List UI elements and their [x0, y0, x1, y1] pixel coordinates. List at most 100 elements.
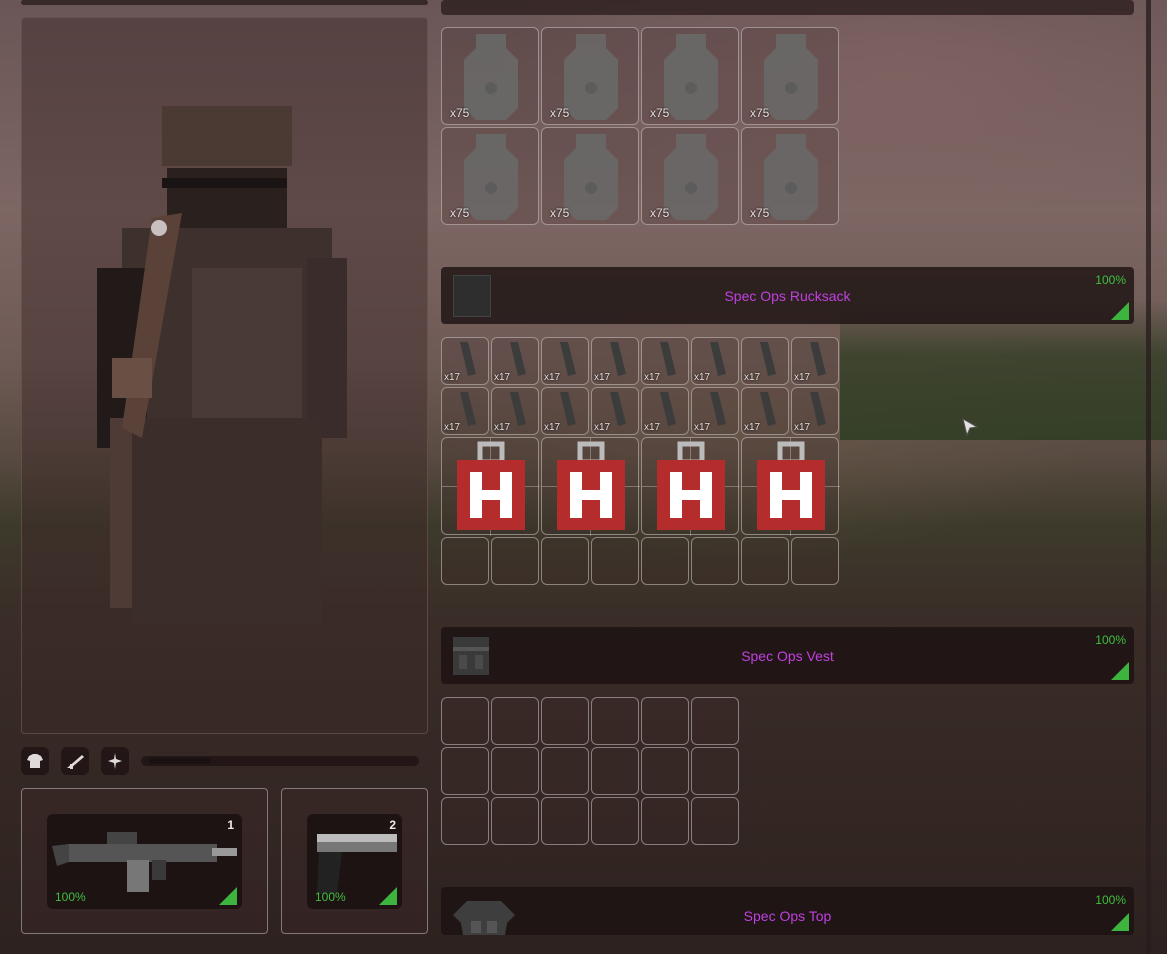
- empty-slot[interactable]: [541, 697, 589, 745]
- tab-weapons[interactable]: [61, 747, 89, 775]
- magazine-slot[interactable]: x17: [541, 337, 589, 385]
- item-quantity: x17: [644, 422, 661, 433]
- empty-slot[interactable]: [791, 537, 839, 585]
- primary-weapon-slot[interactable]: 1 100%: [47, 814, 242, 909]
- empty-slot[interactable]: [591, 747, 639, 795]
- top-header[interactable]: Spec Ops Top 100%: [441, 887, 1134, 935]
- character-rotate-slider[interactable]: [141, 756, 419, 766]
- magazine-slot[interactable]: x17: [741, 337, 789, 385]
- mouse-cursor-icon: [962, 417, 979, 437]
- medkit-slot[interactable]: [541, 437, 640, 536]
- ammo-box-slot[interactable]: x75: [641, 127, 739, 225]
- empty-slot[interactable]: [441, 747, 489, 795]
- empty-slot[interactable]: [691, 697, 739, 745]
- ammo-box-slot[interactable]: x75: [741, 127, 839, 225]
- magazine-slot[interactable]: x17: [691, 337, 739, 385]
- empty-slot[interactable]: [541, 747, 589, 795]
- empty-slot[interactable]: [441, 537, 489, 585]
- magazine-slot[interactable]: x17: [641, 387, 689, 435]
- vest-quality: 100%: [1095, 633, 1126, 647]
- quality-label: 100%: [55, 890, 86, 904]
- rucksack-header[interactable]: Spec Ops Rucksack 100%: [441, 267, 1134, 324]
- item-quantity: x17: [744, 372, 761, 383]
- magazine-slot[interactable]: x17: [791, 337, 839, 385]
- magazine-slot[interactable]: x17: [591, 337, 639, 385]
- quality-triangle: [1111, 913, 1129, 931]
- empty-slot[interactable]: [641, 537, 689, 585]
- tab-skills[interactable]: [101, 747, 129, 775]
- empty-slot[interactable]: [641, 747, 689, 795]
- empty-slot[interactable]: [491, 537, 539, 585]
- item-quantity: x17: [644, 372, 661, 383]
- ammo-box-slot[interactable]: x75: [641, 27, 739, 125]
- vest-name: Spec Ops Vest: [741, 648, 834, 664]
- item-quantity: x17: [594, 422, 611, 433]
- tab-clothing[interactable]: [21, 747, 49, 775]
- empty-slot[interactable]: [491, 747, 539, 795]
- empty-slot[interactable]: [741, 537, 789, 585]
- magazine-slot[interactable]: x17: [691, 387, 739, 435]
- empty-slot[interactable]: [591, 697, 639, 745]
- empty-slot[interactable]: [641, 797, 689, 845]
- magazine-slot[interactable]: x17: [441, 337, 489, 385]
- empty-slot[interactable]: [441, 797, 489, 845]
- empty-slot[interactable]: [691, 537, 739, 585]
- magazine-slot[interactable]: x17: [541, 387, 589, 435]
- magazine-slot[interactable]: x17: [441, 387, 489, 435]
- magazine-slot[interactable]: x17: [791, 387, 839, 435]
- ammo-box-slot[interactable]: x75: [441, 127, 539, 225]
- magazine-slot[interactable]: x17: [741, 387, 789, 435]
- character-avatar: [97, 106, 347, 623]
- quality-triangle: [219, 887, 237, 905]
- item-quantity: x17: [694, 422, 711, 433]
- item-quantity: x17: [794, 372, 811, 383]
- item-quantity: x17: [794, 422, 811, 433]
- item-quantity: x75: [550, 206, 570, 220]
- ammo-box-slot[interactable]: x75: [741, 27, 839, 125]
- item-quantity: x75: [450, 206, 470, 220]
- medkit-icon: [657, 441, 725, 530]
- item-quantity: x17: [444, 422, 461, 433]
- empty-slot[interactable]: [441, 697, 489, 745]
- medkit-slot[interactable]: [741, 437, 840, 536]
- empty-slot[interactable]: [591, 797, 639, 845]
- empty-slot[interactable]: [591, 537, 639, 585]
- empty-slot[interactable]: [641, 697, 689, 745]
- empty-slot[interactable]: [541, 797, 589, 845]
- character-preview[interactable]: [21, 17, 428, 734]
- item-quantity: x17: [494, 422, 511, 433]
- vest-header[interactable]: Spec Ops Vest 100%: [441, 627, 1134, 684]
- item-quantity: x17: [544, 372, 561, 383]
- primary-slot-frame: 1 100%: [21, 788, 268, 934]
- slider-handle[interactable]: [149, 758, 211, 764]
- item-quantity: x75: [750, 206, 770, 220]
- empty-slot[interactable]: [491, 697, 539, 745]
- empty-slot[interactable]: [491, 797, 539, 845]
- empty-slot[interactable]: [691, 747, 739, 795]
- magazine-slot[interactable]: x17: [491, 387, 539, 435]
- item-quantity: x75: [450, 106, 470, 120]
- ammo-box-slot[interactable]: x75: [541, 127, 639, 225]
- empty-slot[interactable]: [691, 797, 739, 845]
- medkit-slot[interactable]: [641, 437, 740, 536]
- top-quality: 100%: [1095, 893, 1126, 907]
- item-quantity: x75: [650, 106, 670, 120]
- item-quantity: x17: [544, 422, 561, 433]
- magazine-slot[interactable]: x17: [641, 337, 689, 385]
- item-quantity: x75: [650, 206, 670, 220]
- secondary-weapon-slot[interactable]: 2 100%: [307, 814, 402, 909]
- item-quantity: x75: [550, 106, 570, 120]
- ammo-box-slot[interactable]: x75: [441, 27, 539, 125]
- medkit-icon: [757, 441, 825, 530]
- quality-triangle: [1111, 302, 1129, 320]
- top-clipped-panel: [21, 0, 428, 5]
- quality-triangle: [379, 887, 397, 905]
- inventory-scrollbar[interactable]: [1146, 0, 1151, 954]
- magazine-slot[interactable]: x17: [591, 387, 639, 435]
- medkit-icon: [457, 441, 525, 530]
- magazine-slot[interactable]: x17: [491, 337, 539, 385]
- ammo-box-slot[interactable]: x75: [541, 27, 639, 125]
- top-name: Spec Ops Top: [743, 908, 832, 924]
- empty-slot[interactable]: [541, 537, 589, 585]
- medkit-slot[interactable]: [441, 437, 540, 536]
